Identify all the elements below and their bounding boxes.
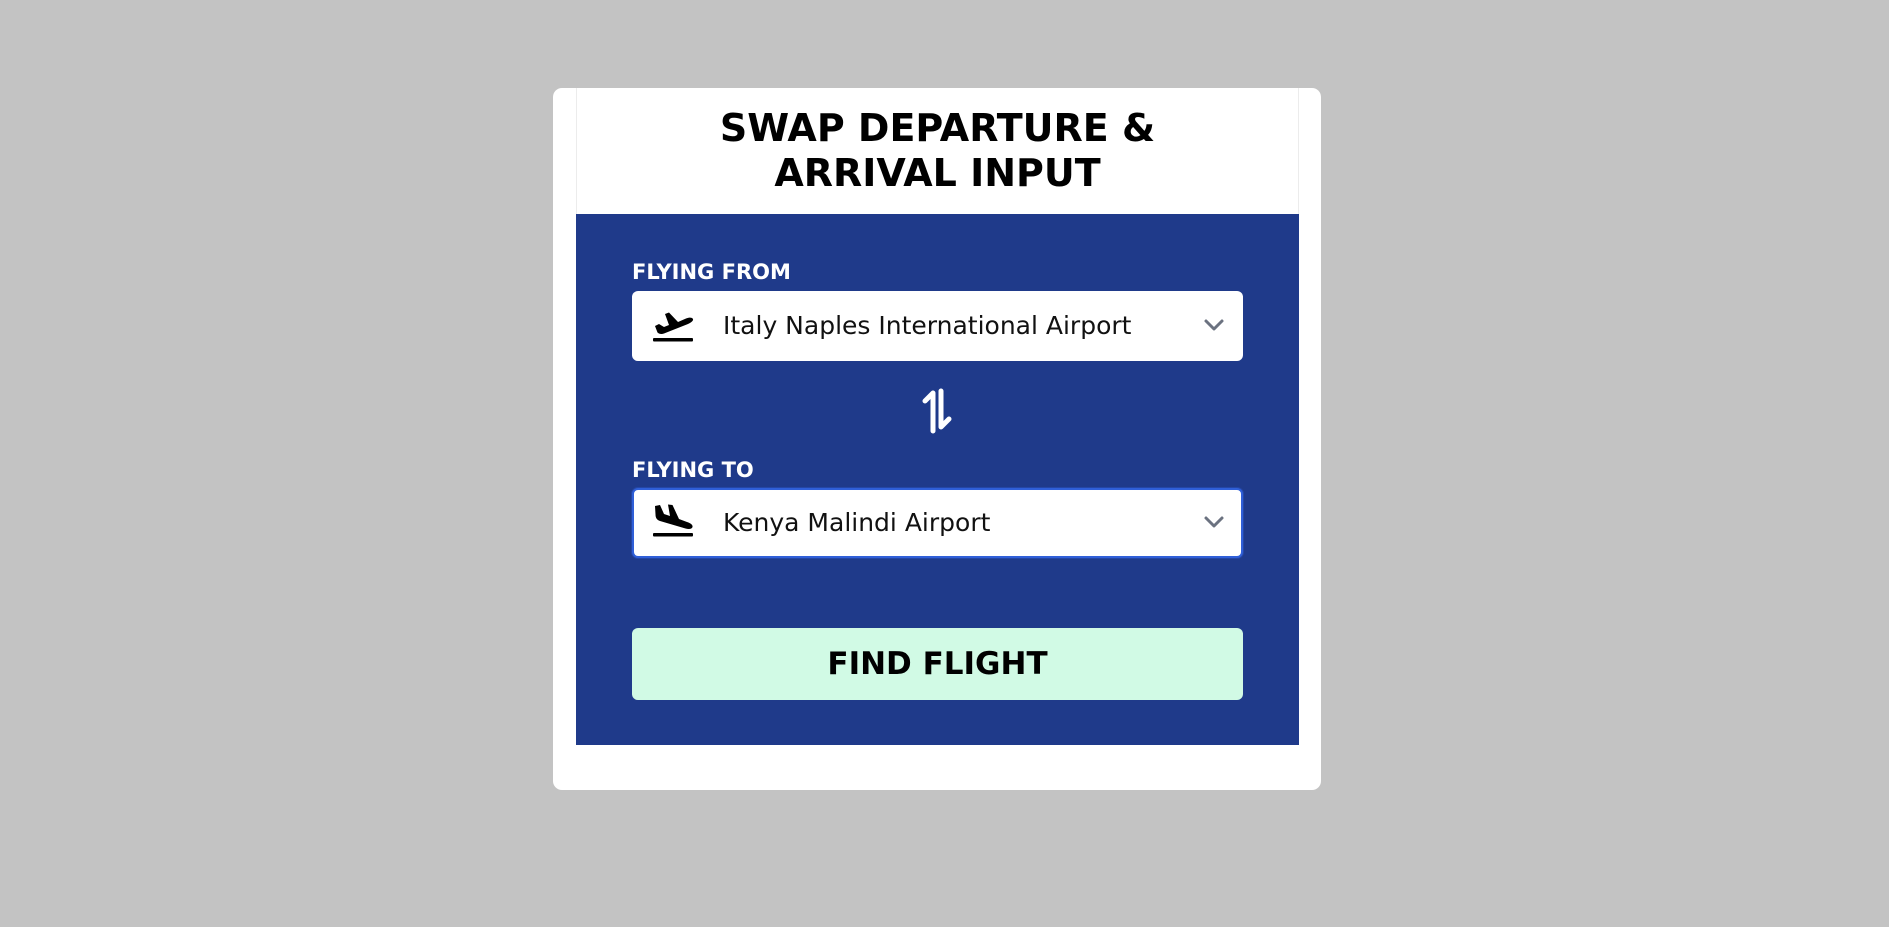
swap-arrows-icon[interactable] <box>917 386 957 436</box>
page-title: SWAP DEPARTURE & ARRIVAL INPUT <box>719 106 1156 195</box>
chevron-down-icon <box>1204 319 1224 331</box>
flying-from-value: Italy Naples International Airport <box>723 311 1132 340</box>
plane-arrival-icon <box>653 504 693 537</box>
flight-form: FLYING FROM Italy Naples International A… <box>576 214 1299 745</box>
find-flight-button[interactable]: FIND FLIGHT <box>632 628 1243 700</box>
swap-card: SWAP DEPARTURE & ARRIVAL INPUT FLYING FR… <box>553 88 1321 790</box>
card-header: SWAP DEPARTURE & ARRIVAL INPUT <box>576 88 1299 214</box>
flying-to-select[interactable]: Kenya Malindi Airport <box>632 488 1243 558</box>
plane-departure-icon <box>653 312 694 342</box>
chevron-down-icon <box>1204 516 1224 528</box>
flying-to-label: FLYING TO <box>632 458 754 482</box>
flying-from-select[interactable]: Italy Naples International Airport <box>632 291 1243 361</box>
flying-from-label: FLYING FROM <box>632 260 791 284</box>
flying-to-value: Kenya Malindi Airport <box>723 508 991 537</box>
